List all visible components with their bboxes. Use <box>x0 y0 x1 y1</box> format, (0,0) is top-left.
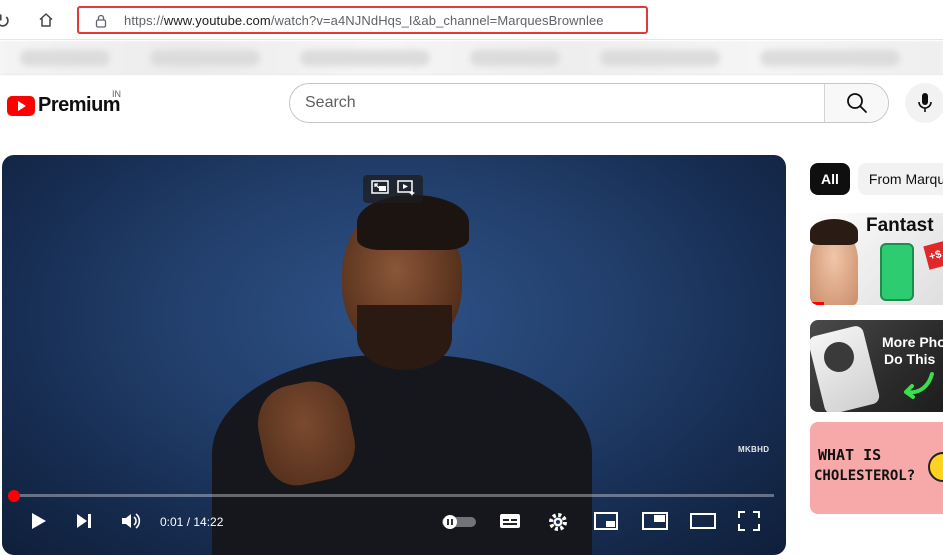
miniplayer-button[interactable] <box>594 511 618 536</box>
search-box <box>289 83 889 123</box>
picture-in-picture-icon[interactable] <box>370 178 390 201</box>
video-frame-beard <box>357 305 452 370</box>
bookmark-blurred <box>600 50 720 66</box>
progress-bar[interactable] <box>14 494 774 497</box>
bookmark-blurred <box>470 50 560 66</box>
play-icon <box>32 513 46 529</box>
recommended-video-thumbnail[interactable]: Fantast +$ <box>810 213 943 305</box>
duration: 14:22 <box>193 515 224 529</box>
time-display: 0:01 / 14:22 <box>160 515 223 529</box>
thumbnail-camera <box>824 342 854 372</box>
bookmark-blurred <box>20 50 110 66</box>
fullscreen-icon <box>738 511 760 531</box>
lock-icon[interactable] <box>95 14 107 33</box>
play-button[interactable] <box>28 511 48 536</box>
current-time: 0:01 <box>160 515 184 529</box>
url-text[interactable]: https://www.youtube.com/watch?v=a4NJNdHq… <box>124 13 604 28</box>
thumbnail-title-text: Fantast <box>866 215 934 236</box>
video-frame-hair <box>357 195 469 250</box>
search-input[interactable] <box>290 84 826 122</box>
url-prefix: https:// <box>124 13 164 28</box>
time-separator: / <box>183 515 194 529</box>
filter-chips: All From Marqu <box>810 163 943 195</box>
volume-icon <box>122 513 141 529</box>
bookmark-blurred <box>760 50 900 66</box>
theater-mode-button[interactable] <box>642 511 668 536</box>
url-path: /watch?v=a4NJNdHqs_I&ab_channel=MarquesB… <box>270 13 604 28</box>
thumbnail-egg-character <box>928 452 943 482</box>
reload-icon[interactable]: ↻ <box>0 9 11 33</box>
bookmark-blurred <box>300 50 430 66</box>
youtube-premium-logo[interactable]: Premium <box>7 94 121 117</box>
search-icon <box>846 93 867 113</box>
next-button[interactable] <box>74 511 94 536</box>
ai-assist-icon[interactable] <box>396 178 416 201</box>
logo-text: Premium <box>38 94 121 116</box>
thumbnail-title-line1: More Pho <box>882 334 943 350</box>
thumbnail-phone <box>880 243 914 301</box>
player-controls: 0:01 / 14:22 <box>2 507 786 537</box>
fullscreen-button[interactable] <box>738 511 760 536</box>
url-domain: www.youtube.com <box>163 13 271 28</box>
settings-button[interactable] <box>547 511 569 538</box>
thumbnail-watch-progress <box>810 302 824 305</box>
search-button[interactable] <box>824 84 888 122</box>
thumbnail-title-line2: CHOLESTEROL? <box>814 468 916 484</box>
miniplayer-icon <box>594 512 618 530</box>
video-overlay-buttons <box>363 175 423 203</box>
youtube-header: Premium IN <box>0 76 943 132</box>
browser-toolbar: ↻ https://www.youtube.com/watch?v=a4NJNd… <box>0 0 943 40</box>
cast-icon <box>690 513 716 529</box>
youtube-play-icon <box>7 95 35 116</box>
cast-button[interactable] <box>690 511 716 536</box>
chip-all[interactable]: All <box>810 163 850 195</box>
address-bar[interactable]: https://www.youtube.com/watch?v=a4NJNdHq… <box>77 6 648 34</box>
channel-watermark: MKBHD <box>738 445 770 454</box>
video-player[interactable]: MKBHD 0:01 / 14:22 <box>2 155 786 555</box>
arrow-icon <box>904 372 934 399</box>
recommended-video-thumbnail[interactable]: WHAT IS CHOLESTEROL? <box>810 422 943 514</box>
skip-next-icon <box>77 514 91 528</box>
thumbnail-hair <box>810 219 858 245</box>
home-icon[interactable] <box>38 12 54 33</box>
thumbnail-title-line1: WHAT IS <box>818 446 882 464</box>
bookmark-blurred <box>150 50 260 66</box>
progress-scrubber[interactable] <box>8 490 20 502</box>
subtitles-button[interactable] <box>499 511 521 536</box>
bookmarks-bar <box>0 41 943 75</box>
microphone-icon <box>918 93 932 112</box>
autoplay-toggle[interactable] <box>442 515 476 534</box>
theater-icon <box>642 512 668 530</box>
thumbnail-title-line2: Do This <box>884 351 936 367</box>
subtitles-icon <box>500 514 520 528</box>
voice-search-button[interactable] <box>905 83 943 123</box>
recommended-video-thumbnail[interactable]: More Pho Do This <box>810 320 943 412</box>
region-code: IN <box>112 89 121 99</box>
volume-button[interactable] <box>120 511 142 536</box>
thumbnail-price-badge: +$ <box>923 240 943 270</box>
autoplay-toggle-icon <box>442 515 476 529</box>
chip-from-channel[interactable]: From Marqu <box>857 163 943 195</box>
